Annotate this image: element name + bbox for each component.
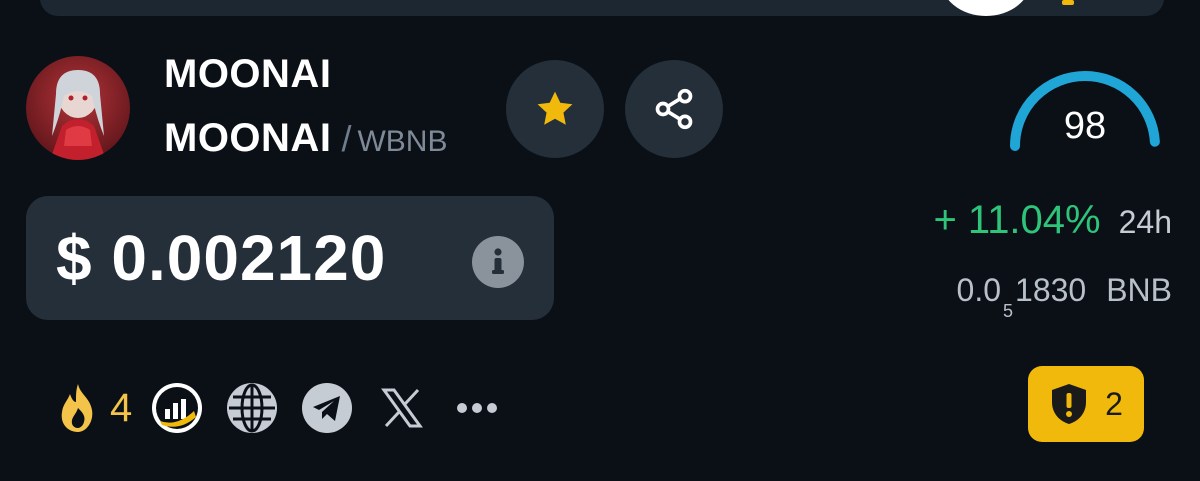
telegram-icon [302,383,353,433]
token-name: MOONAI [164,52,332,96]
price-change: + 11.04% 24h [933,198,1172,243]
token-avatar [26,56,130,160]
top-bar-accent [1062,0,1074,5]
social-links: 4 [50,380,504,436]
chart-site-link[interactable] [150,381,204,435]
more-links-button[interactable] [450,381,504,435]
trading-pair: MOONAI / WBNB [164,116,447,160]
website-link[interactable] [225,381,279,435]
shield-alert-icon [1052,384,1087,424]
globe-icon [227,383,278,433]
pair-base: MOONAI [164,116,332,160]
favorite-button[interactable] [506,60,604,158]
pair-separator: / [341,118,352,159]
bnb-price-digits: 1830 [1015,272,1087,308]
bnb-price: 0.0 5 1830 BNB [956,272,1172,321]
usd-price: $ 0.002120 [56,222,387,294]
x-icon [381,388,424,428]
share-icon [655,88,693,130]
change-percent: + 11.04% [933,198,1101,242]
chart-logo-icon [152,383,203,433]
x-link[interactable] [375,381,429,435]
more-icon [457,403,498,413]
audit-warning-badge[interactable]: 2 [1028,366,1144,442]
bnb-price-prefix: 0.0 [956,272,1001,308]
anime-girl-avatar-icon [50,70,106,160]
star-icon [537,91,573,125]
change-period: 24h [1118,204,1172,240]
telegram-link[interactable] [300,381,354,435]
bnb-price-zero-count: 5 [1003,301,1014,321]
score-value: 98 [1063,105,1107,147]
share-button[interactable] [625,60,723,158]
info-icon[interactable] [472,236,524,288]
pair-quote: WBNB [357,125,448,158]
bnb-price-unit: BNB [1106,272,1172,308]
fire-icon[interactable] [50,380,106,436]
fire-count: 4 [110,385,133,430]
audit-warning-count: 2 [1105,385,1123,422]
